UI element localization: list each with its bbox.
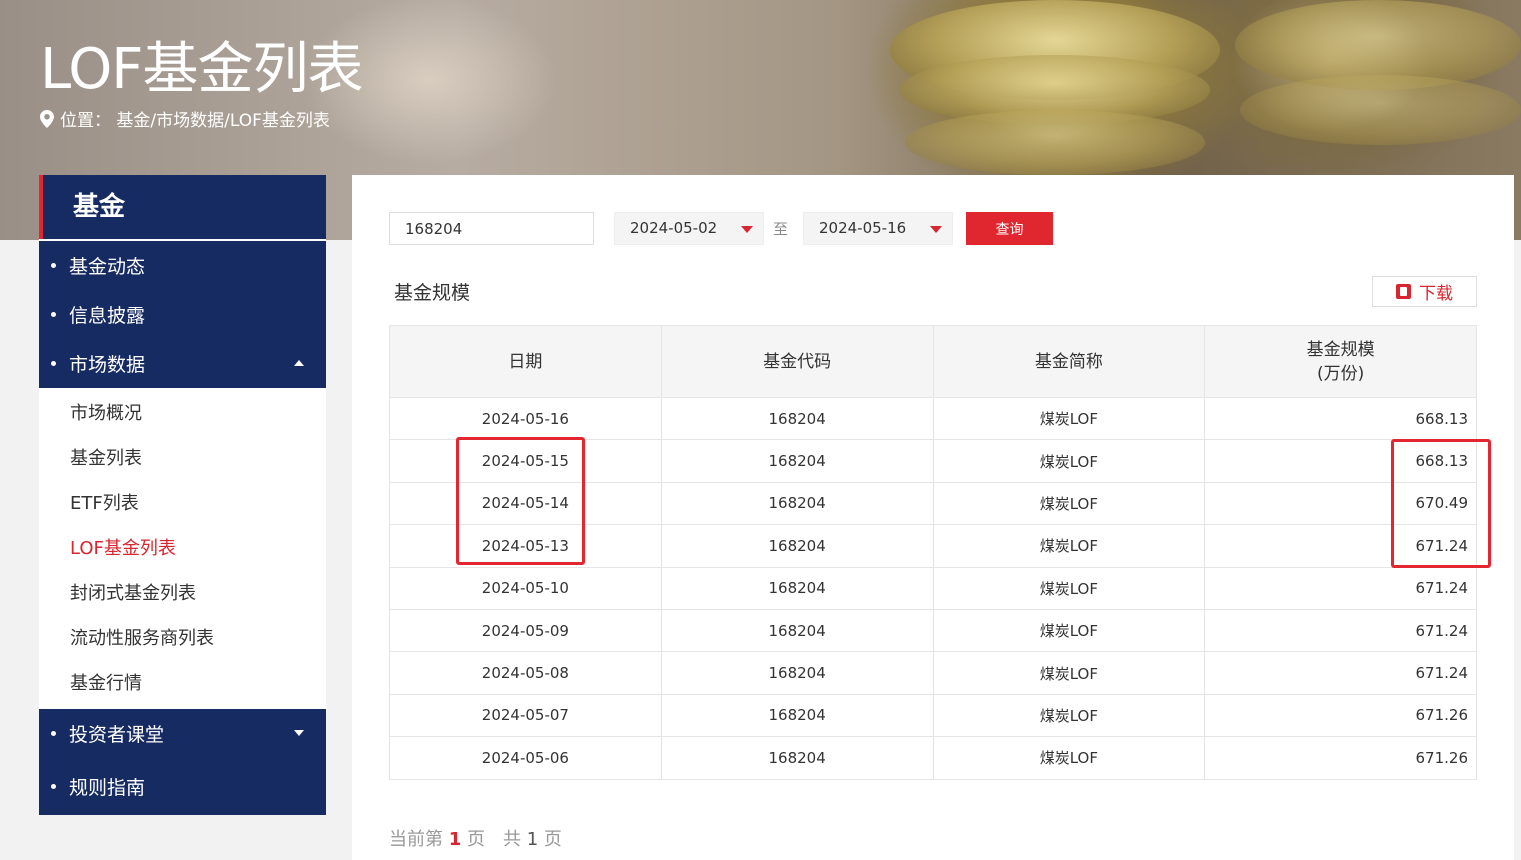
cell-date: 2024-05-16 [389,396,662,441]
sidebar-item-label: 规则指南 [69,777,146,799]
dropdown-arrow-icon [930,226,942,233]
query-button[interactable]: 查询 [966,212,1053,245]
bullet-icon [51,263,56,268]
submenu-item-market-overview[interactable]: 市场概况 [39,391,326,436]
page-title: LOF基金列表 [40,37,363,102]
cell-scale: 671.24 [1204,566,1477,610]
end-date-value: 2024-05-16 [819,219,907,237]
sidebar-item-label: 信息披露 [69,305,146,327]
cell-scale: 671.24 [1204,651,1477,695]
cell-name: 煤炭LOF [932,481,1206,526]
cell-code: 168204 [660,396,934,441]
column-header-code: 基金代码 [660,325,934,398]
pagination: 当前第 1 页 共 1 页 [389,825,562,851]
cell-code: 168204 [660,481,934,526]
sidebar-item-label: 投资者课堂 [69,724,165,746]
submenu-item-liquidity-provider-list[interactable]: 流动性服务商列表 [39,616,326,661]
bullet-icon [51,731,56,736]
cell-name: 煤炭LOF [932,566,1206,610]
cell-code: 168204 [660,693,934,738]
cell-date: 2024-05-07 [389,693,662,738]
submenu-item-lof-list[interactable]: LOF基金列表 [39,526,326,571]
column-header-date: 日期 [389,325,662,398]
cell-code: 168204 [660,608,934,653]
sidebar-item-disclosure[interactable]: 信息披露 [39,290,326,339]
submenu-item-etf-list[interactable]: ETF列表 [39,481,326,526]
table-row: 2024-05-06 168204 煤炭LOF 671.26 [389,736,1477,780]
table-header-row: 日期 基金代码 基金简称 基金规模 (万份) [389,325,1477,398]
breadcrumb-text[interactable]: 位置： 基金/市场数据/LOF基金列表 [60,106,330,131]
pager-suffix: 页 [543,829,562,850]
start-date-select[interactable]: 2024-05-02 [614,212,764,245]
download-label: 下载 [1419,284,1453,304]
start-date-value: 2024-05-02 [630,219,718,237]
section-title: 基金规模 [394,282,471,304]
cell-name: 煤炭LOF [932,608,1206,653]
cell-scale: 671.26 [1204,693,1477,738]
dropdown-arrow-icon [741,226,753,233]
table-row: 2024-05-08 168204 煤炭LOF 671.24 [389,651,1477,695]
fund-code-input[interactable] [389,212,594,245]
coin-decoration [905,110,1205,175]
cell-scale: 671.26 [1204,736,1477,780]
bullet-icon [51,784,56,789]
bullet-icon [51,361,56,366]
table-row: 2024-05-07 168204 煤炭LOF 671.26 [389,693,1477,738]
pager-current-page: 1 [448,829,462,850]
cell-code: 168204 [660,524,934,568]
pager-total-pages: 1 [526,829,539,850]
sidebar-header: 基金 [39,175,326,239]
breadcrumb: 位置： 基金/市场数据/LOF基金列表 [40,106,330,131]
pager-prefix: 当前第 [389,829,443,850]
main-panel: 2024-05-02 至 2024-05-16 查询 基金规模 下载 日期 基金… [352,175,1514,860]
cell-code: 168204 [660,651,934,695]
cell-code: 168204 [660,439,934,483]
submenu-item-closed-fund-list[interactable]: 封闭式基金列表 [39,571,326,616]
caret-up-icon [294,360,304,366]
end-date-select[interactable]: 2024-05-16 [803,212,953,245]
excel-file-icon [1396,284,1411,299]
column-header-scale-unit: (万份) [1316,363,1365,384]
cell-scale: 671.24 [1204,608,1477,653]
cell-date: 2024-05-09 [389,608,662,653]
column-header-scale-label: 基金规模 [1306,339,1375,360]
coin-decoration [1240,75,1521,145]
highlight-box-scales [1391,439,1491,568]
cell-date: 2024-05-08 [389,651,662,695]
cell-date: 2024-05-10 [389,566,662,610]
cell-scale: 668.13 [1204,396,1477,441]
cell-name: 煤炭LOF [932,736,1206,780]
sidebar: 基金 基金动态 信息披露 市场数据 市场概况 基金列表 ETF列表 LOF基金列… [39,175,326,815]
caret-down-icon [294,730,304,736]
table-row: 2024-05-10 168204 煤炭LOF 671.24 [389,566,1477,610]
sidebar-item-investor-class[interactable]: 投资者课堂 [39,709,326,758]
submenu-item-fund-quotes[interactable]: 基金行情 [39,661,326,706]
column-header-name: 基金简称 [932,325,1206,398]
download-button[interactable]: 下载 [1372,276,1477,307]
location-pin-icon [40,109,54,128]
date-range-separator: 至 [773,220,789,238]
sidebar-item-market-data[interactable]: 市场数据 [39,339,326,388]
bullet-icon [51,312,56,317]
cell-name: 煤炭LOF [932,439,1206,483]
column-header-scale: 基金规模 (万份) [1204,325,1477,398]
sidebar-item-label: 市场数据 [69,354,146,376]
cell-name: 煤炭LOF [932,651,1206,695]
table-row: 2024-05-16 168204 煤炭LOF 668.13 [389,396,1477,441]
table-row: 2024-05-09 168204 煤炭LOF 671.24 [389,608,1477,653]
cell-name: 煤炭LOF [932,396,1206,441]
pager-mid: 页 共 [467,829,521,850]
submenu-item-fund-list[interactable]: 基金列表 [39,436,326,481]
cell-name: 煤炭LOF [932,693,1206,738]
cell-code: 168204 [660,566,934,610]
sidebar-item-label: 基金动态 [69,256,146,278]
highlight-box-dates [456,437,585,565]
cell-code: 168204 [660,736,934,780]
cell-date: 2024-05-06 [389,736,662,780]
cell-name: 煤炭LOF [932,524,1206,568]
sidebar-item-fund-news[interactable]: 基金动态 [39,241,326,290]
sidebar-item-rules-guide[interactable]: 规则指南 [39,758,326,815]
sidebar-submenu: 市场概况 基金列表 ETF列表 LOF基金列表 封闭式基金列表 流动性服务商列表… [39,388,326,709]
